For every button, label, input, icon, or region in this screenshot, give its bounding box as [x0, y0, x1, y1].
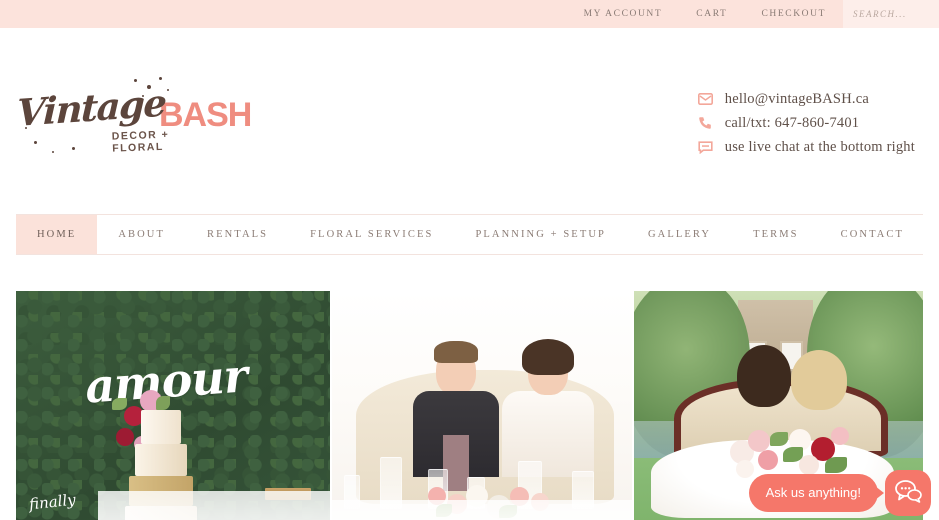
chat-launcher-button[interactable]: [885, 470, 931, 516]
chat-prompt-bubble[interactable]: Ask us anything!: [748, 474, 878, 512]
top-link-checkout[interactable]: CHECKOUT: [744, 9, 843, 19]
contact-livechat[interactable]: use live chat at the bottom right: [698, 139, 915, 156]
top-utility-links: MY ACCOUNT CART CHECKOUT: [567, 9, 843, 19]
nav-item-floral-services[interactable]: FLORAL SERVICES: [289, 215, 454, 254]
top-link-my-account[interactable]: MY ACCOUNT: [567, 9, 680, 19]
nav-item-about[interactable]: ABOUT: [97, 215, 186, 254]
nav-item-contact[interactable]: CONTACT: [820, 215, 925, 254]
contact-phone-text: call/txt: 647-860-7401: [724, 114, 860, 131]
dessert-table: [97, 490, 330, 520]
contact-email[interactable]: hello@vintageBASH.ca: [697, 90, 915, 108]
main-navigation: HOME ABOUT RENTALS FLORAL SERVICES PLANN…: [16, 214, 923, 255]
search-input[interactable]: [853, 9, 939, 19]
hero-image-amour-cake[interactable]: amour finally: [16, 291, 330, 520]
header-contact-block: hello@vintageBASH.ca call/txt: 647-860-7…: [697, 87, 915, 156]
nav-item-terms[interactable]: TERMS: [732, 215, 820, 254]
live-chat-widget: Ask us anything!: [748, 470, 931, 516]
top-utility-bar: MY ACCOUNT CART CHECKOUT: [0, 0, 939, 28]
logo-script-word: Vintage: [16, 80, 167, 135]
chat-bubble-icon: [698, 140, 713, 155]
logo-tagline: DECOR + FLORAL: [111, 128, 170, 155]
site-logo[interactable]: Vintage BASH DECOR + FLORAL: [16, 75, 252, 167]
nav-item-home[interactable]: HOME: [16, 215, 98, 254]
hero-image-sweetheart-table[interactable]: [332, 291, 632, 520]
nav-item-rentals[interactable]: RENTALS: [186, 215, 289, 254]
contact-email-text: hello@vintageBASH.ca: [724, 90, 869, 107]
phone-icon: [698, 116, 713, 131]
bride-figure-right: [776, 349, 862, 410]
nav-item-planning-setup[interactable]: PLANNING + SETUP: [454, 215, 627, 254]
site-header: Vintage BASH DECOR + FLORAL hello@vintag…: [0, 28, 939, 214]
contact-phone[interactable]: call/txt: 647-860-7401: [698, 115, 915, 132]
chat-bubbles-icon: [894, 479, 922, 508]
top-link-cart[interactable]: CART: [679, 9, 744, 19]
table-cloth: [332, 499, 632, 520]
envelope-icon: [697, 92, 713, 107]
nav-item-gallery[interactable]: GALLERY: [627, 215, 732, 254]
contact-livechat-text: use live chat at the bottom right: [724, 138, 915, 155]
search-box[interactable]: [843, 0, 939, 28]
